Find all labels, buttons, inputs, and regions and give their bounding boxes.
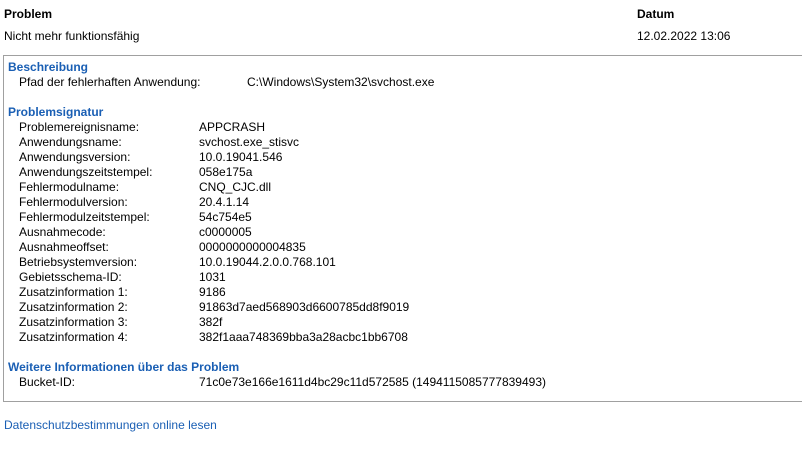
privacy-statement-link[interactable]: Datenschutzbestimmungen online lesen — [4, 418, 217, 432]
signature-label: Anwendungsversion: — [19, 150, 131, 164]
section-title-beschreibung: Beschreibung — [8, 60, 89, 74]
path-label: Pfad der fehlerhaften Anwendung: — [19, 75, 201, 89]
section-title-weitere: Weitere Informationen über das Problem — [8, 360, 240, 374]
signature-label: Fehlermodulname: — [19, 180, 120, 194]
signature-label: Gebietsschema-ID: — [19, 270, 122, 284]
column-header-problem[interactable]: Problem — [4, 7, 52, 21]
signature-label: Zusatzinformation 1: — [19, 285, 128, 299]
signature-label: Fehlermodulzeitstempel: — [19, 210, 150, 224]
column-header-date[interactable]: Datum — [637, 7, 674, 21]
signature-value: c0000005 — [199, 225, 252, 239]
signature-value: 0000000000004835 — [199, 240, 306, 254]
signature-value: 382f — [199, 315, 223, 329]
signature-value: 91863d7aed568903d6600785dd8f9019 — [199, 300, 410, 314]
signature-value: 1031 — [199, 270, 226, 284]
signature-value: APPCRASH — [199, 120, 266, 134]
signature-label: Betriebsystemversion: — [19, 255, 138, 269]
signature-label: Anwendungsname: — [19, 135, 122, 149]
signature-value: 54c754e5 — [199, 210, 252, 224]
signature-value: 10.0.19044.2.0.0.768.101 — [199, 255, 336, 269]
problem-row-date[interactable]: 12.02.2022 13:06 — [637, 29, 730, 43]
problem-details-view: Problem Datum Nicht mehr funktionsfähig … — [0, 0, 802, 458]
signature-value: 058e175a — [199, 165, 253, 179]
section-title-problemsignatur: Problemsignatur — [8, 105, 104, 119]
bucket-id-value: 71c0e73e166e1611d4bc29c11d572585 (149411… — [199, 375, 546, 389]
signature-value: CNQ_CJC.dll — [199, 180, 272, 194]
signature-value: svchost.exe_stisvc — [199, 135, 300, 149]
signature-label: Fehlermodulversion: — [19, 195, 128, 209]
signature-label: Zusatzinformation 3: — [19, 315, 128, 329]
bucket-id-label: Bucket-ID: — [19, 375, 76, 389]
signature-label: Problemereignisname: — [19, 120, 140, 134]
problem-row-title[interactable]: Nicht mehr funktionsfähig — [4, 29, 139, 43]
path-value: C:\Windows\System32\svchost.exe — [247, 75, 435, 89]
signature-label: Ausnahmeoffset: — [19, 240, 109, 254]
signature-value: 20.4.1.14 — [199, 195, 250, 209]
signature-value: 10.0.19041.546 — [199, 150, 283, 164]
signature-label: Ausnahmecode: — [19, 225, 106, 239]
details-panel: Beschreibung Pfad der fehlerhaften Anwen… — [3, 55, 802, 402]
signature-label: Zusatzinformation 2: — [19, 300, 128, 314]
signature-label: Anwendungszeitstempel: — [19, 165, 153, 179]
signature-value: 382f1aaa748369bba3a28acbc1bb6708 — [199, 330, 408, 344]
signature-value: 9186 — [199, 285, 226, 299]
signature-label: Zusatzinformation 4: — [19, 330, 128, 344]
